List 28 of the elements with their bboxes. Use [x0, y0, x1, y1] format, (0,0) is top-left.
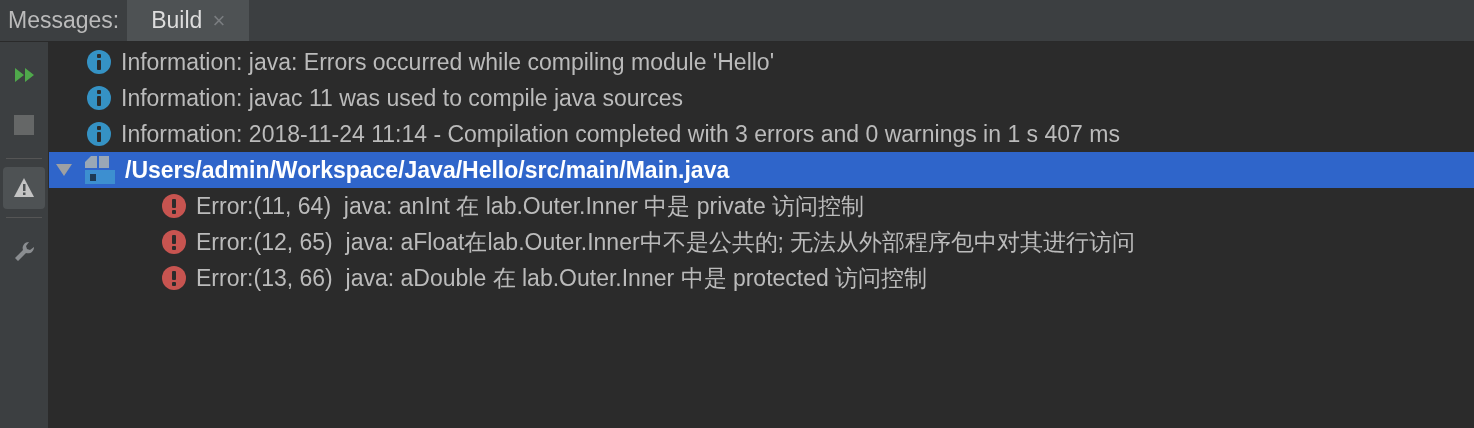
- tree-row[interactable]: Error:(13, 66) java: aDouble 在 lab.Outer.Inner 中是 protected 访问控制: [49, 260, 1474, 296]
- wrench-icon: [13, 240, 35, 262]
- message-text: Error:(11, 64) java: anInt 在 lab.Outer.Inner 中是 private 访问控制: [196, 191, 865, 221]
- java-file-icon: [83, 156, 115, 184]
- message-text: Error:(12, 65) java: aFloat在lab.Outer.Inner中不是公共的; 无法从外部程序包中对其进行访问: [196, 227, 1136, 257]
- info-icon: [87, 122, 111, 146]
- stop-icon: [13, 114, 35, 136]
- tree-row[interactable]: Information: 2018-11-24 11:14 - Compilation completed with 3 errors and 0 warnings in 1 s 407 ms: [49, 116, 1474, 152]
- tree-row[interactable]: Error:(11, 64) java: anInt 在 lab.Outer.Inner 中是 private 访问控制: [49, 188, 1474, 224]
- tree-row[interactable]: Information: javac 11 was used to compile java sources: [49, 80, 1474, 116]
- message-text: Error:(13, 66) java: aDouble 在 lab.Outer.Inner 中是 protected 访问控制: [196, 263, 928, 293]
- message-text: Information: 2018-11-24 11:14 - Compilation completed with 3 errors and 0 warnings in 1 s 407 ms: [121, 119, 1120, 149]
- error-icon: [162, 194, 186, 218]
- info-icon: [87, 50, 111, 74]
- collapse-triangle-icon[interactable]: [55, 163, 73, 177]
- toolbar-button[interactable]: [3, 167, 45, 209]
- error-icon: [162, 230, 186, 254]
- tab[interactable]: Build ×: [127, 0, 250, 41]
- warning-icon: [13, 177, 35, 199]
- tree-row[interactable]: Information: java: Errors occurred while compiling module 'Hello': [49, 44, 1474, 80]
- message-text: Information: javac 11 was used to compile java sources: [121, 83, 684, 113]
- tree-row[interactable]: /Users/admin/Workspace/Java/Hello/src/main/Main.java: [49, 152, 1474, 188]
- tree-row[interactable]: Error:(12, 65) java: aFloat在lab.Outer.Inner中不是公共的; 无法从外部程序包中对其进行访问: [49, 224, 1474, 260]
- message-text: Information: java: Errors occurred while compiling module 'Hello': [121, 47, 775, 77]
- panel-label: Messages:: [7, 6, 121, 36]
- error-icon: [162, 266, 186, 290]
- file-path: /Users/admin/Workspace/Java/Hello/src/main/Main.java: [125, 155, 730, 185]
- info-icon: [87, 86, 111, 110]
